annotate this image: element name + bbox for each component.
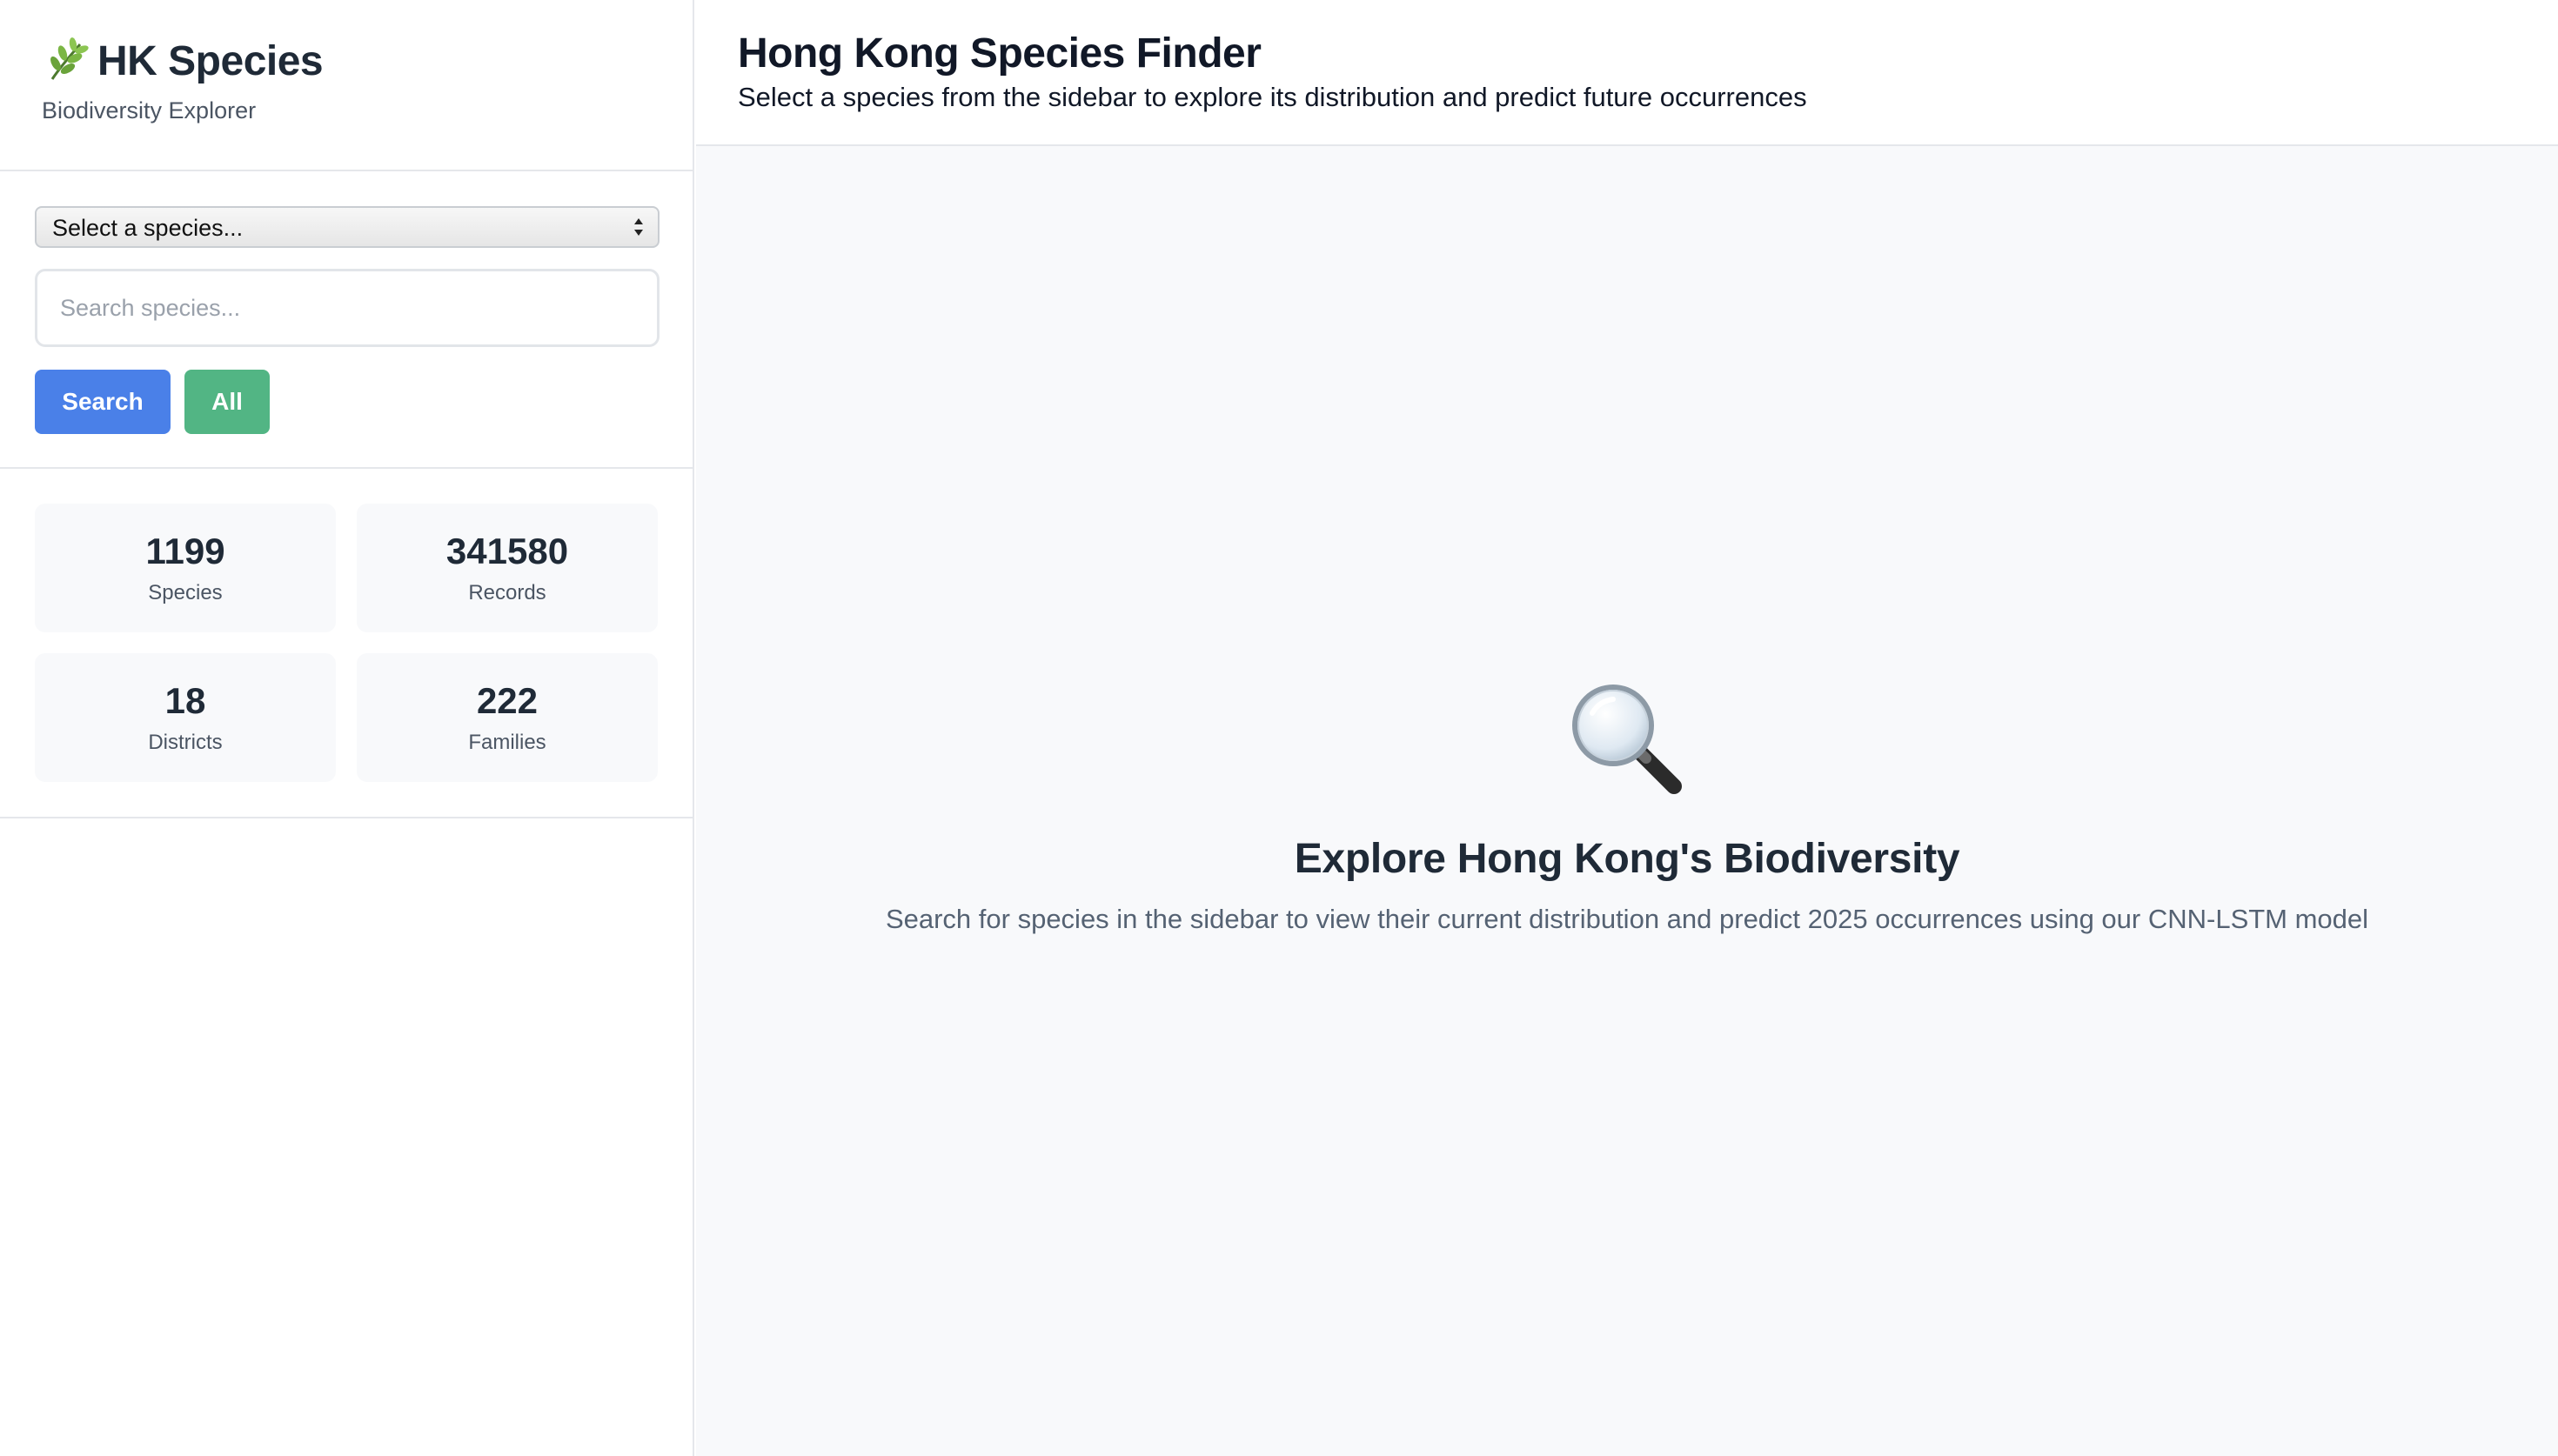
page-subtitle: Select a species from the sidebar to exp… bbox=[738, 82, 1807, 112]
magnifier-icon bbox=[1572, 685, 1682, 794]
stat-card-records: 341580 Records bbox=[357, 504, 658, 632]
stat-value: 1199 bbox=[145, 531, 225, 571]
sidebar: HK Species Biodiversity Explorer Select … bbox=[0, 0, 694, 1456]
main-content: Hong Kong Species Finder Select a specie… bbox=[696, 0, 2558, 1456]
button-row: Search All bbox=[35, 370, 658, 434]
empty-state-title: Explore Hong Kong's Biodiversity bbox=[1294, 836, 1960, 882]
search-input[interactable] bbox=[35, 269, 660, 347]
species-select-value: Select a species... bbox=[52, 215, 244, 241]
brand: HK Species Biodiversity Explorer bbox=[0, 0, 693, 171]
empty-state-text: Search for species in the sidebar to vie… bbox=[885, 904, 2369, 934]
stats-panel: 1199 Species 341580 Records 18 Districts… bbox=[0, 469, 693, 818]
species-select[interactable]: Select a species... bbox=[35, 206, 660, 248]
stat-value: 18 bbox=[164, 680, 206, 721]
brand-title: HK Species bbox=[42, 35, 693, 87]
stat-value: 341580 bbox=[445, 531, 569, 571]
all-button[interactable]: All bbox=[184, 370, 270, 434]
page-title: Hong Kong Species Finder bbox=[738, 30, 1262, 77]
stat-label: Districts bbox=[148, 731, 223, 754]
search-controls: Select a species... Search All bbox=[0, 171, 693, 469]
select-arrows-icon bbox=[634, 218, 643, 236]
stat-card-species: 1199 Species bbox=[35, 504, 336, 632]
page-header: Hong Kong Species Finder Select a specie… bbox=[696, 0, 2558, 146]
stat-label: Records bbox=[468, 581, 546, 604]
app-title: HK Species bbox=[97, 37, 324, 84]
empty-state: Explore Hong Kong's Biodiversity Search … bbox=[696, 678, 2558, 935]
search-button[interactable]: Search bbox=[35, 370, 171, 434]
stat-card-districts: 18 Districts bbox=[35, 653, 336, 782]
app-subtitle: Biodiversity Explorer bbox=[42, 97, 257, 124]
leaf-icon bbox=[50, 37, 89, 80]
stat-label: Families bbox=[468, 731, 546, 754]
stat-value: 222 bbox=[476, 680, 539, 721]
stat-card-families: 222 Families bbox=[357, 653, 658, 782]
stat-label: Species bbox=[148, 581, 223, 604]
